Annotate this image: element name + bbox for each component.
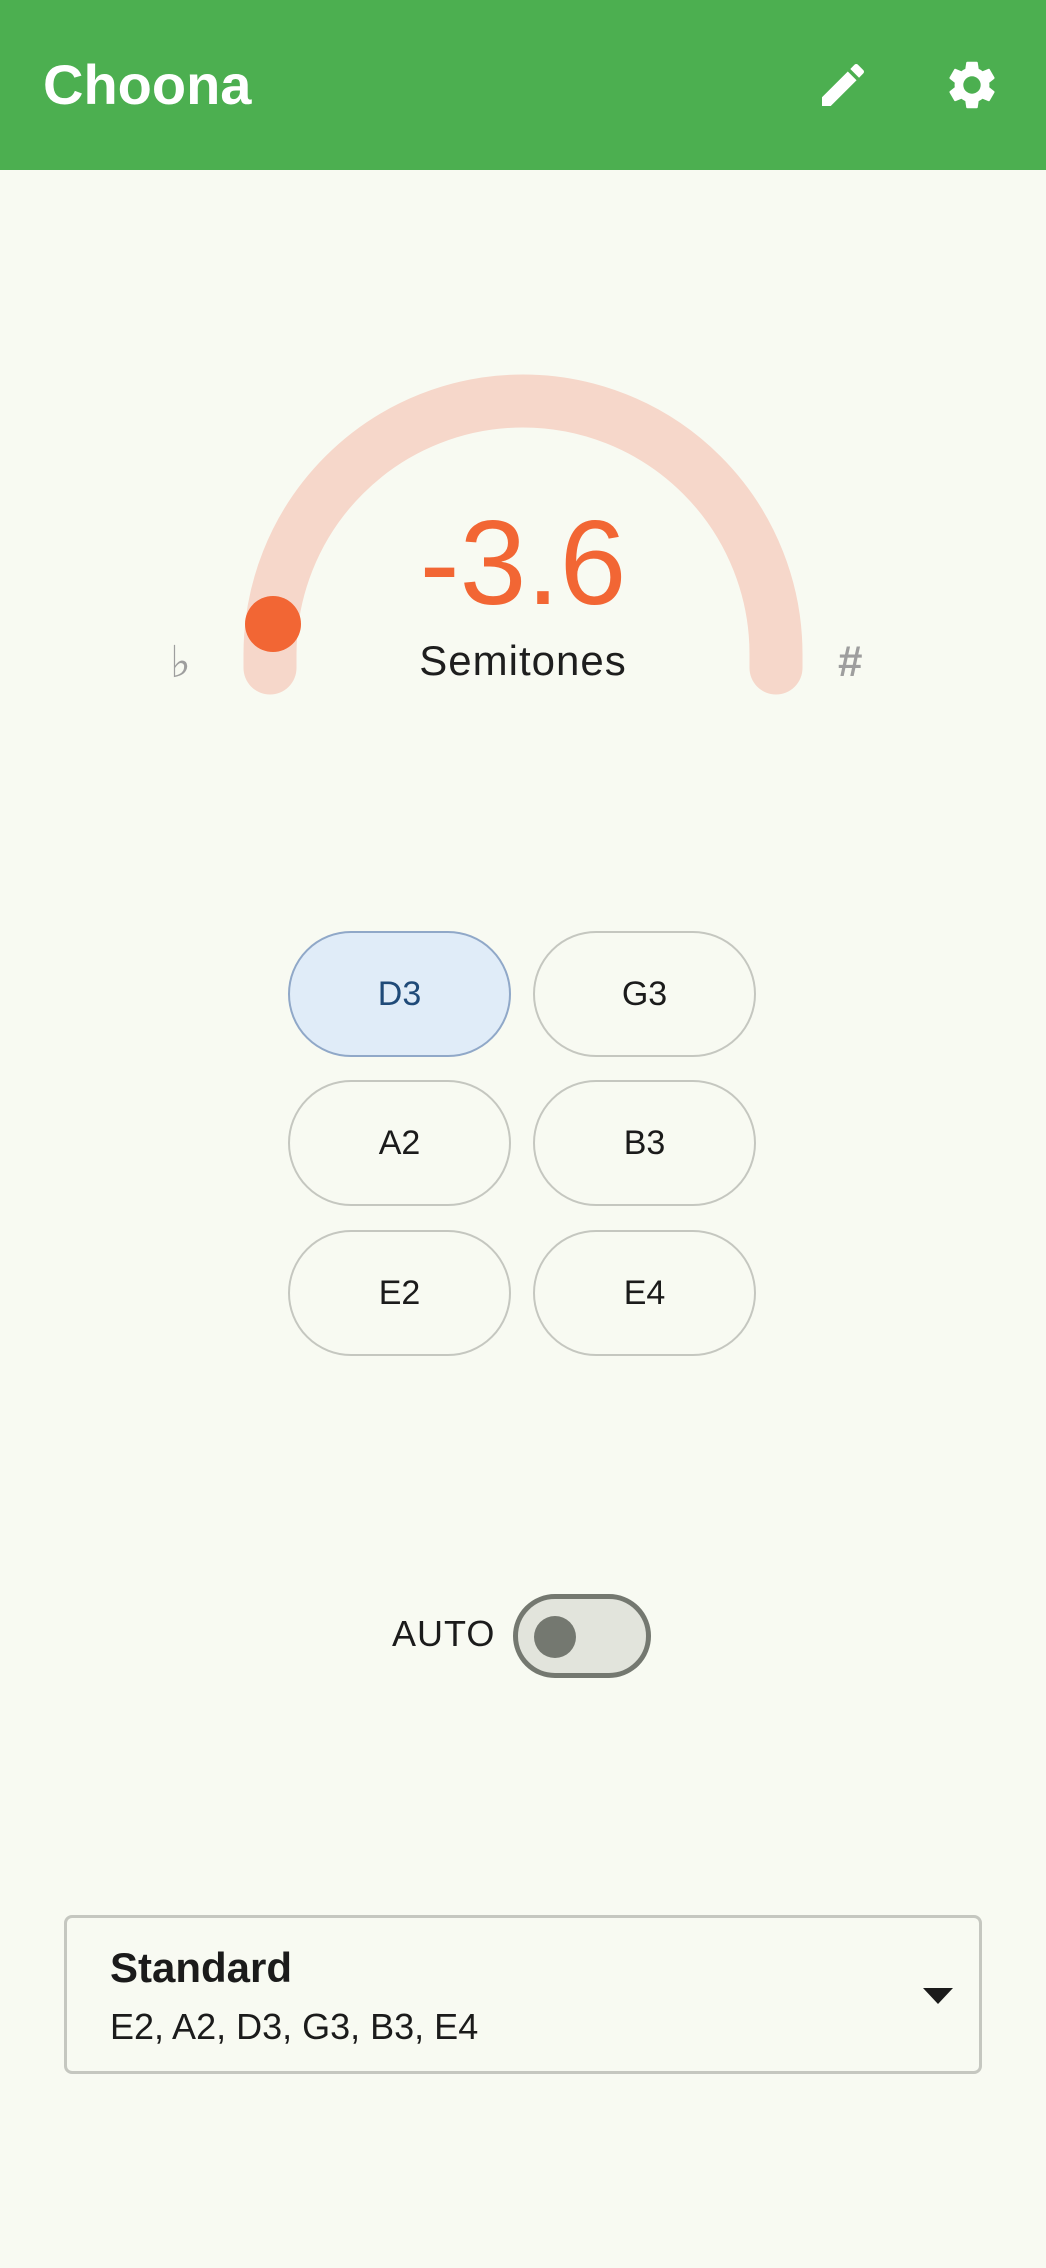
tuning-selector[interactable]: Standard E2, A2, D3, G3, B3, E4 [64,1915,982,2074]
auto-label: AUTO [392,1613,496,1654]
tuning-notes: E2, A2, D3, G3, B3, E4 [110,2006,479,2047]
string-selector: D3 G3 A2 B3 E2 E4 [288,931,758,1356]
string-label: G3 [621,974,668,1013]
string-label: A2 [378,1123,421,1162]
string-label: D3 [377,974,422,1013]
string-button-e4[interactable]: E4 [533,1230,756,1356]
triangle-down-icon [923,1988,953,2004]
string-button-g3[interactable]: G3 [533,931,756,1057]
semitone-value: -3.6 [419,496,627,630]
sharp-symbol: # [838,637,863,686]
string-button-a2[interactable]: A2 [288,1080,511,1206]
string-button-d3[interactable]: D3 [288,931,511,1057]
semitone-unit-label: Semitones [419,637,627,684]
flat-symbol: ♭ [170,637,191,688]
tuning-name: Standard [110,1944,293,1991]
toggle-thumb [534,1616,576,1658]
string-button-b3[interactable]: B3 [533,1080,756,1206]
gauge-indicator [245,596,301,652]
auto-toggle[interactable] [513,1594,651,1678]
string-button-e2[interactable]: E2 [288,1230,511,1356]
string-label: E2 [378,1273,421,1312]
string-label: B3 [623,1123,666,1162]
string-label: E4 [623,1273,666,1312]
